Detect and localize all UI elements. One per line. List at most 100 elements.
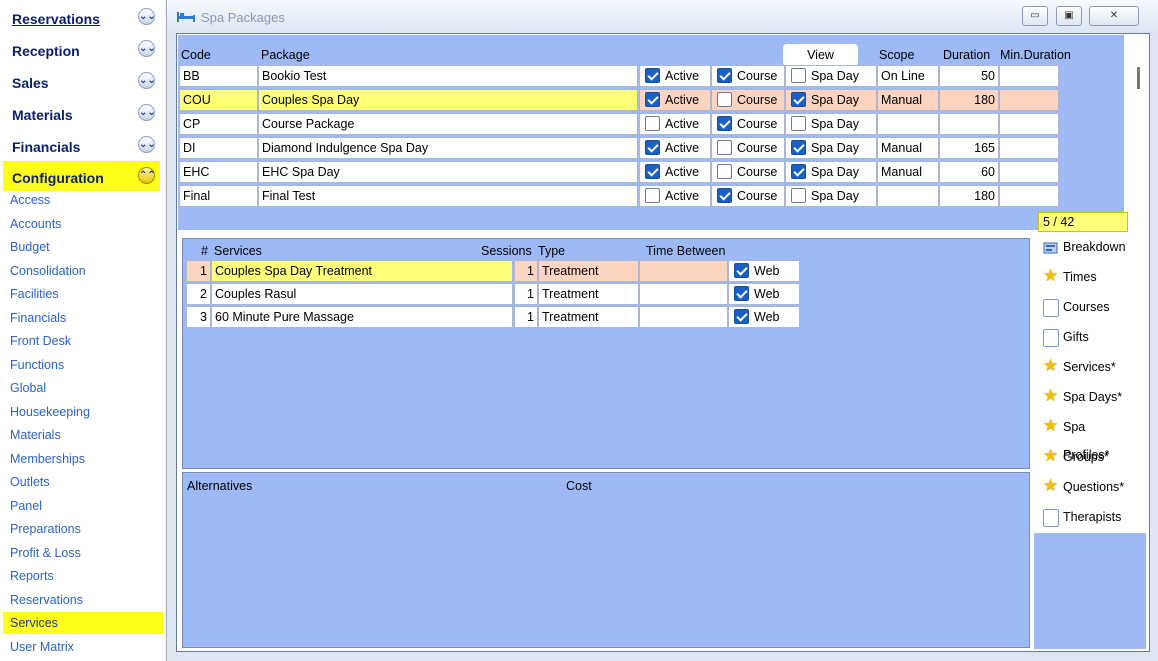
service-name[interactable]: Couples Spa Day Treatment bbox=[211, 260, 513, 282]
button-times[interactable]: ★ Times bbox=[1037, 263, 1133, 291]
button-questions[interactable]: ★ Questions* bbox=[1037, 473, 1133, 501]
expand-chevron-icon[interactable]: ⌄⌄ bbox=[138, 136, 156, 153]
button-spa-days[interactable]: ★ Spa Days* bbox=[1037, 383, 1133, 411]
package-name[interactable]: Couples Spa Day bbox=[258, 89, 638, 111]
package-min-duration[interactable] bbox=[999, 137, 1059, 159]
spa-day-checkbox[interactable]: Spa Day bbox=[785, 185, 877, 207]
spa-day-checkbox[interactable]: Spa Day bbox=[785, 161, 877, 183]
package-name[interactable]: EHC Spa Day bbox=[258, 161, 638, 183]
button-breakdown[interactable]: Breakdown bbox=[1037, 233, 1133, 261]
close-button[interactable]: ✕ bbox=[1089, 6, 1139, 26]
service-sessions[interactable]: 1 bbox=[514, 306, 538, 328]
sidebar-item-global[interactable]: Global bbox=[3, 377, 163, 399]
checkbox-unchecked-icon[interactable] bbox=[645, 116, 660, 131]
checkbox-unchecked-icon[interactable] bbox=[717, 164, 732, 179]
nav-section-reservations[interactable]: Reservations ⌄⌄ bbox=[3, 2, 160, 32]
course-checkbox[interactable]: Course bbox=[711, 137, 785, 159]
service-time-between[interactable] bbox=[639, 306, 728, 328]
service-type[interactable]: Treatment bbox=[538, 260, 639, 282]
minimize-button[interactable]: ▭ bbox=[1022, 6, 1048, 26]
button-therapists[interactable]: Therapists bbox=[1037, 503, 1133, 531]
package-duration[interactable]: 165 bbox=[939, 137, 999, 159]
sidebar-item-access[interactable]: Access bbox=[3, 189, 163, 211]
web-checkbox[interactable]: Web bbox=[728, 260, 800, 282]
button-courses[interactable]: Courses bbox=[1037, 293, 1133, 321]
scrollbar-thumb[interactable] bbox=[1137, 67, 1140, 89]
expand-chevron-icon[interactable]: ⌄⌄ bbox=[138, 8, 156, 25]
checkbox-unchecked-icon[interactable] bbox=[791, 68, 806, 83]
nav-section-configuration[interactable]: Configuration ⌃⌃ bbox=[3, 161, 160, 191]
active-checkbox[interactable]: Active bbox=[639, 185, 711, 207]
nav-section-financials[interactable]: Financials ⌄⌄ bbox=[3, 130, 160, 160]
checkbox-checked-icon[interactable] bbox=[717, 116, 732, 131]
checkbox-unchecked-icon[interactable] bbox=[645, 188, 660, 203]
checkbox-checked-icon[interactable] bbox=[791, 92, 806, 107]
active-checkbox[interactable]: Active bbox=[639, 89, 711, 111]
maximize-button[interactable]: ▣ bbox=[1056, 6, 1082, 26]
spa-day-checkbox[interactable]: Spa Day bbox=[785, 65, 877, 87]
expand-chevron-icon[interactable]: ⌄⌄ bbox=[138, 40, 156, 57]
package-duration[interactable]: 50 bbox=[939, 65, 999, 87]
expand-chevron-icon[interactable]: ⌄⌄ bbox=[138, 104, 156, 121]
package-min-duration[interactable] bbox=[999, 65, 1059, 87]
button-gifts[interactable]: Gifts bbox=[1037, 323, 1133, 351]
active-checkbox[interactable]: Active bbox=[639, 161, 711, 183]
checkbox-checked-icon[interactable] bbox=[734, 286, 749, 301]
checkbox-checked-icon[interactable] bbox=[645, 164, 660, 179]
sidebar-item-user-matrix[interactable]: User Matrix bbox=[3, 636, 163, 658]
checkbox-unchecked-icon[interactable] bbox=[791, 188, 806, 203]
sidebar-item-reservations[interactable]: Reservations bbox=[3, 589, 163, 611]
sidebar-item-panel[interactable]: Panel bbox=[3, 495, 163, 517]
checkbox-unchecked-icon[interactable] bbox=[717, 140, 732, 155]
checkbox-checked-icon[interactable] bbox=[717, 188, 732, 203]
sidebar-item-memberships[interactable]: Memberships bbox=[3, 448, 163, 470]
package-code[interactable]: Final bbox=[179, 185, 258, 207]
service-type[interactable]: Treatment bbox=[538, 283, 639, 305]
package-scope[interactable]: On Line bbox=[877, 65, 939, 87]
checkbox-checked-icon[interactable] bbox=[645, 68, 660, 83]
course-checkbox[interactable]: Course bbox=[711, 161, 785, 183]
package-code[interactable]: BB bbox=[179, 65, 258, 87]
nav-section-sales[interactable]: Sales ⌄⌄ bbox=[3, 66, 160, 96]
sidebar-item-budget[interactable]: Budget bbox=[3, 236, 163, 258]
package-duration[interactable]: 180 bbox=[939, 185, 999, 207]
package-scope[interactable]: Manual bbox=[877, 161, 939, 183]
sidebar-item-accounts[interactable]: Accounts bbox=[3, 213, 163, 235]
package-scope[interactable] bbox=[877, 113, 939, 135]
package-name[interactable]: Diamond Indulgence Spa Day bbox=[258, 137, 638, 159]
sidebar-item-services[interactable]: Services bbox=[3, 612, 163, 634]
sidebar-item-facilities[interactable]: Facilities bbox=[3, 283, 163, 305]
service-time-between[interactable] bbox=[639, 283, 728, 305]
sidebar-item-preparations[interactable]: Preparations bbox=[3, 518, 163, 540]
package-scope[interactable]: Manual bbox=[877, 89, 939, 111]
package-scope[interactable] bbox=[877, 185, 939, 207]
spa-day-checkbox[interactable]: Spa Day bbox=[785, 113, 877, 135]
package-min-duration[interactable] bbox=[999, 185, 1059, 207]
package-scope[interactable]: Manual bbox=[877, 137, 939, 159]
package-name[interactable]: Final Test bbox=[258, 185, 638, 207]
nav-section-reception[interactable]: Reception ⌄⌄ bbox=[3, 34, 160, 64]
service-name[interactable]: 60 Minute Pure Massage bbox=[211, 306, 513, 328]
package-min-duration[interactable] bbox=[999, 89, 1059, 111]
web-checkbox[interactable]: Web bbox=[728, 306, 800, 328]
service-sessions[interactable]: 1 bbox=[514, 260, 538, 282]
button-spa-profiles[interactable]: ★ Spa Profiles* bbox=[1037, 413, 1133, 462]
service-time-between[interactable] bbox=[639, 260, 728, 282]
sidebar-item-reports[interactable]: Reports bbox=[3, 565, 163, 587]
checkbox-checked-icon[interactable] bbox=[645, 92, 660, 107]
checkbox-checked-icon[interactable] bbox=[791, 140, 806, 155]
checkbox-checked-icon[interactable] bbox=[791, 164, 806, 179]
button-services[interactable]: ★ Services* bbox=[1037, 353, 1133, 381]
course-checkbox[interactable]: Course bbox=[711, 113, 785, 135]
sidebar-item-profit-loss[interactable]: Profit & Loss bbox=[3, 542, 163, 564]
package-min-duration[interactable] bbox=[999, 161, 1059, 183]
course-checkbox[interactable]: Course bbox=[711, 89, 785, 111]
package-duration[interactable]: 180 bbox=[939, 89, 999, 111]
service-sessions[interactable]: 1 bbox=[514, 283, 538, 305]
package-code[interactable]: COU bbox=[179, 89, 258, 111]
sidebar-item-housekeeping[interactable]: Housekeeping bbox=[3, 401, 163, 423]
checkbox-checked-icon[interactable] bbox=[734, 263, 749, 278]
sidebar-item-functions[interactable]: Functions bbox=[3, 354, 163, 376]
service-name[interactable]: Couples Rasul bbox=[211, 283, 513, 305]
package-name[interactable]: Bookio Test bbox=[258, 65, 638, 87]
